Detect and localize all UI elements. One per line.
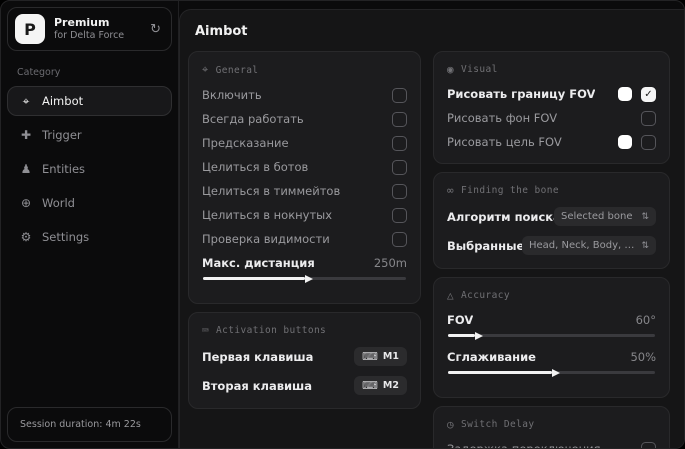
gear-icon: ⚙ (20, 230, 32, 244)
fov-label: FOV (447, 313, 474, 327)
sidebar-item-label: Entities (42, 162, 86, 176)
premium-card: P Premium for Delta Force ↻ (7, 7, 172, 51)
session-duration: Session duration: 4m 22s (7, 407, 172, 442)
refresh-icon[interactable]: ↻ (150, 22, 161, 37)
always-work-checkbox[interactable] (392, 111, 407, 127)
selected-bones-row: Выбранные кос Head, Neck, Body, Pe.. ⇅ (447, 236, 656, 255)
switch-delay-card: ◷ Switch Delay Задержка переключения Зад… (433, 406, 670, 448)
sidebar-item-trigger[interactable]: ✚ Trigger (7, 120, 172, 150)
keyboard-icon: ⌨ (362, 379, 378, 392)
sidebar-item-aimbot[interactable]: ⌖ Aimbot (7, 86, 172, 116)
timer-icon: ◷ (447, 418, 455, 431)
visual-title: Visual (461, 64, 498, 75)
accuracy-icon: △ (447, 289, 455, 302)
premium-subtitle: for Delta Force (54, 29, 125, 41)
second-key-button[interactable]: ⌨ M2 (354, 376, 407, 395)
trigger-icon: ✚ (20, 128, 32, 142)
world-icon: ⊕ (20, 196, 32, 210)
smoothing-value: 50% (630, 350, 656, 364)
expand-icon: ⇅ (641, 211, 649, 222)
slider-thumb[interactable] (304, 274, 313, 283)
max-distance-value: 250m (373, 256, 407, 270)
sidebar-item-label: World (42, 196, 75, 210)
app-window: P Premium for Delta Force ↻ Category ⌖ A… (0, 0, 685, 449)
finding-bone-card: ∞ Finding the bone Алгоритм поиска кост … (433, 172, 670, 269)
checkbox-row: Предсказание (202, 135, 407, 151)
sidebar-nav: ⌖ Aimbot ✚ Trigger ♟ Entities ⊕ World ⚙ … (5, 86, 174, 252)
page-title: Aimbot (195, 24, 248, 39)
selected-bones-select[interactable]: Head, Neck, Body, Pe.. ⇅ (522, 236, 656, 255)
fov-slider[interactable] (448, 331, 655, 340)
max-distance-label: Макс. дистанция (202, 256, 315, 270)
sidebar-item-label: Aimbot (42, 94, 84, 108)
sidebar-item-label: Trigger (42, 128, 82, 142)
sidebar: P Premium for Delta Force ↻ Category ⌖ A… (1, 1, 179, 448)
general-icon: ⌖ (202, 63, 209, 76)
checkbox-row: Всегда работать (202, 111, 407, 127)
max-distance-slider[interactable] (203, 274, 406, 283)
expand-icon: ⇅ (641, 240, 649, 251)
switch-delay-checkbox-row: Задержка переключения (447, 441, 656, 448)
visual-row: Рисовать границу FOV ✓ (447, 86, 656, 102)
bone-algorithm-select[interactable]: Selected bone ⇅ (554, 207, 656, 226)
checkbox-row: Целиться в нокнутых (202, 207, 407, 223)
keybind-row: Первая клавиша ⌨ M1 (202, 347, 407, 366)
general-card: ⌖ General Включить Всегда работать Предс… (188, 51, 421, 304)
category-label: Category (17, 67, 61, 78)
switch-delay-title: Switch Delay (461, 419, 535, 430)
sidebar-item-world[interactable]: ⊕ World (7, 188, 172, 218)
visual-row: Рисовать фон FOV (447, 110, 656, 126)
fov-border-color-swatch[interactable] (618, 87, 632, 101)
general-title: General (215, 64, 259, 76)
premium-logo: P (15, 14, 45, 44)
bone-algorithm-row: Алгоритм поиска кост Selected bone ⇅ (447, 207, 656, 226)
aimbot-icon: ⌖ (22, 93, 30, 108)
keybind-row: Вторая клавиша ⌨ M2 (202, 376, 407, 395)
bone-icon: ∞ (447, 184, 455, 197)
sidebar-item-settings[interactable]: ⚙ Settings (7, 222, 172, 252)
smoothing-label: Сглаживание (447, 350, 536, 364)
target-bots-checkbox[interactable] (392, 159, 407, 175)
fov-value: 60° (635, 313, 656, 327)
accuracy-card: △ Accuracy FOV 60° Сглаживание 50% (433, 277, 670, 398)
sidebar-item-label: Settings (42, 230, 90, 244)
keyboard-icon: ⌨ (202, 324, 210, 337)
draw-fov-target-checkbox[interactable] (641, 134, 656, 150)
draw-fov-background-checkbox[interactable] (641, 110, 656, 126)
visual-row: Рисовать цель FOV (447, 134, 656, 150)
bone-title: Finding the bone (461, 185, 559, 196)
slider-thumb[interactable] (474, 331, 483, 340)
slider-thumb[interactable] (551, 368, 560, 377)
sidebar-item-entities[interactable]: ♟ Entities (7, 154, 172, 184)
activation-buttons-card: ⌨ Activation buttons Первая клавиша ⌨ M1… (188, 312, 421, 409)
visibility-check-checkbox[interactable] (392, 231, 407, 247)
draw-fov-border-checkbox[interactable]: ✓ (641, 86, 656, 102)
checkbox-row: Целиться в тиммейтов (202, 183, 407, 199)
visual-card: ◉ Visual Рисовать границу FOV ✓ Рисовать… (433, 51, 670, 164)
accuracy-title: Accuracy (461, 290, 510, 301)
prediction-checkbox[interactable] (392, 135, 407, 151)
entities-icon: ♟ (20, 162, 32, 176)
checkbox-row: Целиться в ботов (202, 159, 407, 175)
enable-checkbox[interactable] (392, 87, 407, 103)
premium-title: Premium (54, 16, 110, 30)
keyboard-icon: ⌨ (362, 350, 378, 363)
eye-icon: ◉ (447, 63, 455, 76)
switch-delay-checkbox[interactable] (641, 441, 656, 448)
checkbox-row: Проверка видимости (202, 231, 407, 247)
checkbox-row: Включить (202, 87, 407, 103)
smoothing-slider[interactable] (448, 368, 655, 377)
activation-title: Activation buttons (216, 325, 327, 336)
fov-target-color-swatch[interactable] (618, 135, 632, 149)
target-teammates-checkbox[interactable] (392, 183, 407, 199)
first-key-button[interactable]: ⌨ M1 (354, 347, 407, 366)
target-knocked-checkbox[interactable] (392, 207, 407, 223)
main-panel: Aimbot ⌖ General Включить Всегда работат… (179, 9, 684, 448)
